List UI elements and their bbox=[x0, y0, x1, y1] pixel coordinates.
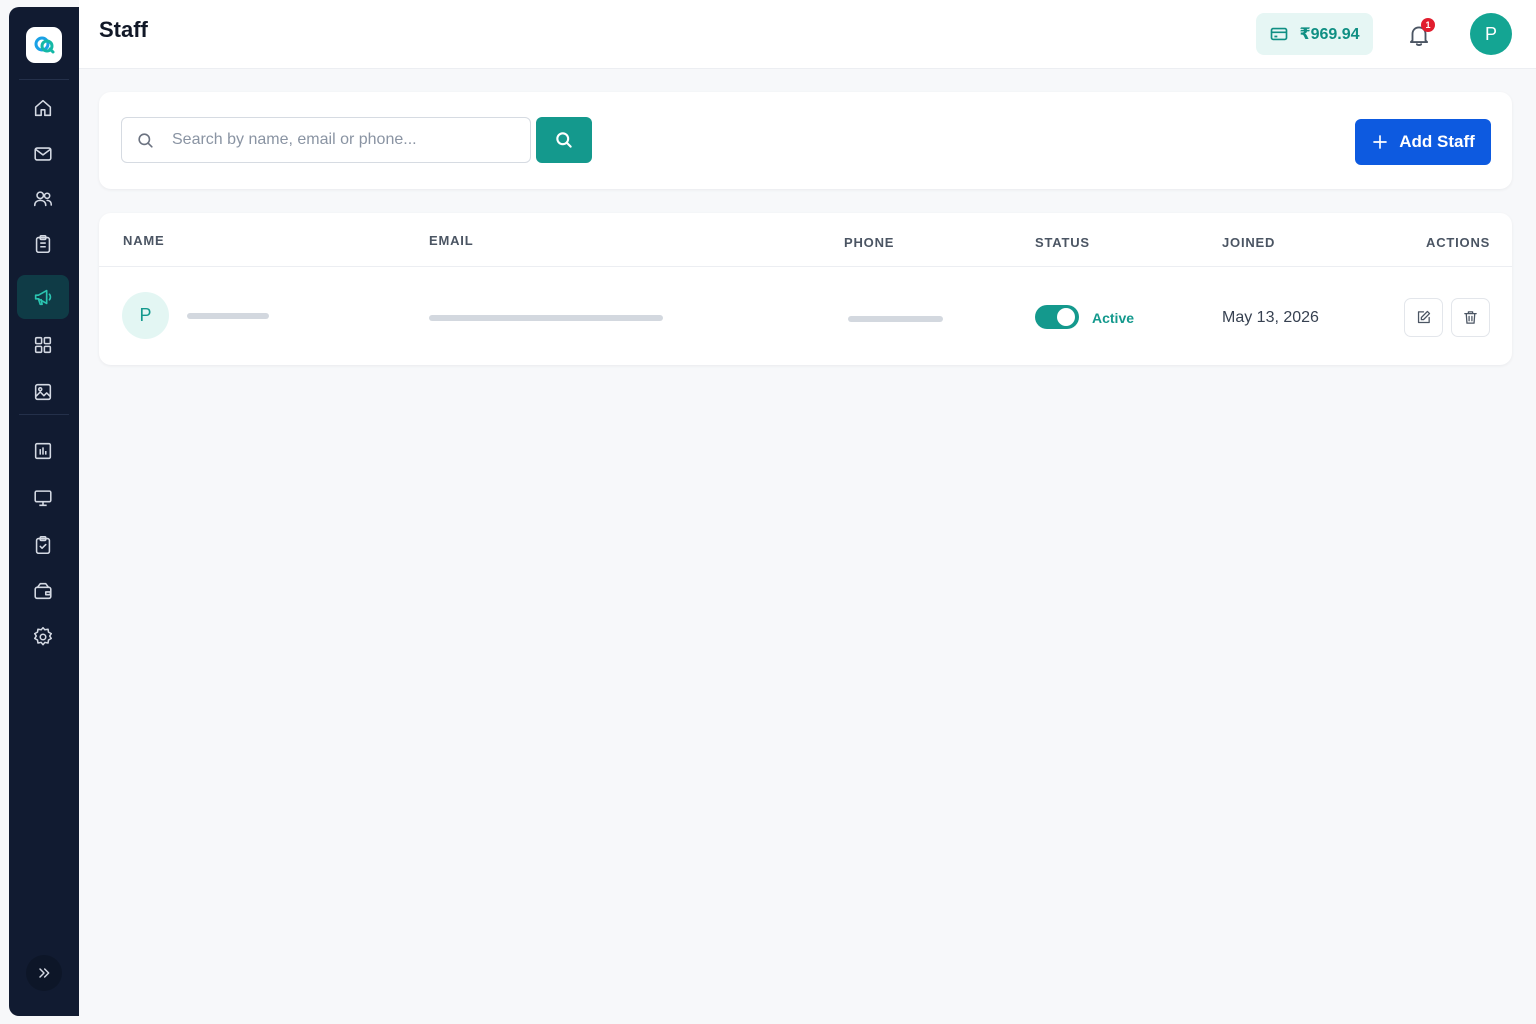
column-header-email[interactable]: EMAIL bbox=[429, 233, 473, 248]
avatar: P bbox=[122, 292, 169, 339]
bar-chart-icon bbox=[34, 442, 52, 460]
search-icon bbox=[138, 133, 153, 148]
name-placeholder bbox=[187, 313, 269, 319]
trash-icon bbox=[1464, 311, 1477, 324]
delete-button[interactable] bbox=[1451, 298, 1490, 337]
wallet-icon bbox=[34, 582, 52, 600]
clipboard-icon bbox=[35, 234, 51, 254]
column-header-phone[interactable]: PHONE bbox=[844, 235, 894, 250]
chevrons-right-icon bbox=[39, 968, 50, 978]
sidebar-item-orders[interactable] bbox=[17, 222, 69, 266]
monitor-icon bbox=[34, 490, 52, 507]
status-badge: Active bbox=[1092, 310, 1135, 326]
sidebar-item-wallet[interactable] bbox=[17, 569, 69, 613]
wallet-balance-button[interactable]: ₹969.94 bbox=[1256, 13, 1373, 55]
sidebar-item-display[interactable] bbox=[17, 476, 69, 520]
collapse-sidebar-button[interactable] bbox=[26, 955, 62, 991]
status-toggle[interactable] bbox=[1035, 305, 1079, 329]
column-header-actions: ACTIONS bbox=[1426, 235, 1491, 250]
sidebar-divider bbox=[19, 79, 69, 80]
sidebar-item-campaigns[interactable] bbox=[17, 275, 69, 319]
sidebar-item-settings[interactable] bbox=[17, 615, 69, 659]
search-toolbar: Add Staff bbox=[99, 92, 1512, 189]
wallet-balance: ₹969.94 bbox=[1299, 26, 1360, 43]
credit-card-icon bbox=[1271, 27, 1288, 41]
search-field[interactable] bbox=[121, 117, 531, 163]
sidebar-item-tasks[interactable] bbox=[17, 523, 69, 567]
search-button[interactable] bbox=[536, 117, 592, 163]
sidebar-item-apps[interactable] bbox=[17, 323, 69, 367]
sidebar bbox=[9, 7, 79, 1016]
column-header-status[interactable]: STATUS bbox=[1035, 235, 1090, 250]
home-icon bbox=[34, 99, 52, 117]
app-logo[interactable] bbox=[26, 27, 62, 63]
settings-icon bbox=[33, 626, 53, 646]
image-icon bbox=[34, 383, 52, 401]
sidebar-item-home[interactable] bbox=[17, 86, 69, 130]
user-avatar[interactable]: P bbox=[1470, 13, 1512, 55]
users-icon bbox=[33, 191, 53, 207]
sidebar-item-gallery[interactable] bbox=[17, 370, 69, 414]
search-icon bbox=[556, 132, 572, 148]
clipboard-check-icon bbox=[35, 535, 51, 555]
joined-date: May 13, 2026 bbox=[1222, 309, 1319, 326]
mail-icon bbox=[34, 147, 52, 161]
megaphone-icon bbox=[34, 289, 52, 306]
edit-button[interactable] bbox=[1404, 298, 1443, 337]
search-input[interactable] bbox=[170, 118, 520, 162]
sidebar-item-mail[interactable] bbox=[17, 132, 69, 176]
sidebar-item-users[interactable] bbox=[17, 177, 69, 221]
edit-icon bbox=[1417, 310, 1431, 324]
notification-badge: 1 bbox=[1421, 18, 1435, 32]
add-staff-label: Add Staff bbox=[1399, 132, 1475, 151]
sidebar-item-reports[interactable] bbox=[17, 429, 69, 473]
page-title: Staff bbox=[99, 17, 148, 42]
grid-icon bbox=[34, 336, 52, 354]
column-header-name[interactable]: NAME bbox=[123, 233, 164, 248]
logo-icon bbox=[34, 36, 55, 54]
column-header-joined[interactable]: JOINED bbox=[1222, 235, 1275, 250]
plus-icon bbox=[1373, 135, 1388, 149]
email-placeholder bbox=[429, 315, 663, 321]
header-divider bbox=[99, 266, 1512, 267]
toggle-knob bbox=[1057, 308, 1075, 326]
phone-placeholder bbox=[848, 316, 943, 322]
add-staff-button[interactable]: Add Staff bbox=[1355, 119, 1491, 165]
sidebar-divider bbox=[19, 414, 69, 415]
top-header: Staff ₹969.94 1 P bbox=[79, 0, 1536, 69]
staff-table: NAME EMAIL PHONE STATUS JOINED ACTIONS P… bbox=[99, 213, 1512, 365]
